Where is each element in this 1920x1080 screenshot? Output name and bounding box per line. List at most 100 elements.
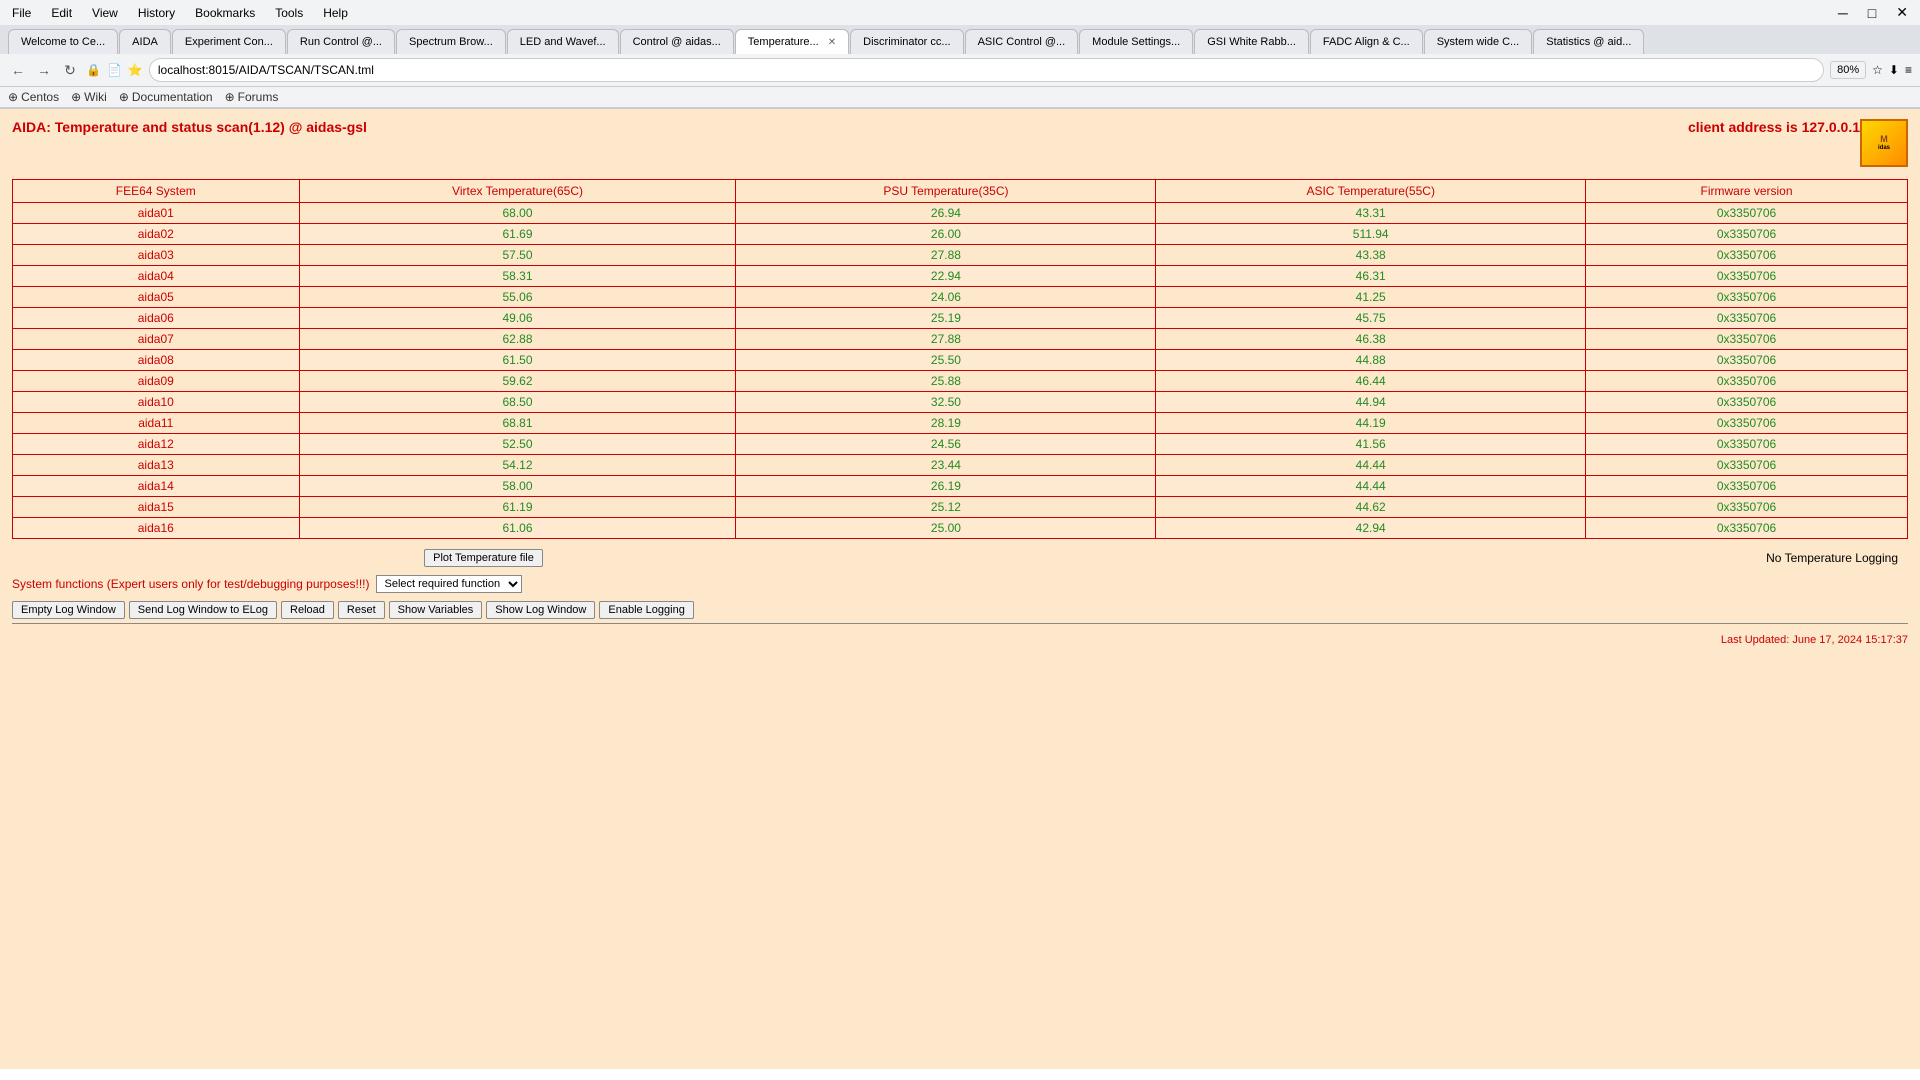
cell-5-2: 25.19 <box>736 308 1156 329</box>
cell-7-0: aida08 <box>13 350 300 371</box>
cell-6-1: 62.88 <box>299 329 736 350</box>
show-variables-button[interactable]: Show Variables <box>389 601 483 619</box>
table-row: aida0168.0026.9443.310x3350706 <box>13 203 1908 224</box>
tab-gsi[interactable]: GSI White Rabb... <box>1194 29 1309 54</box>
no-logging-label: No Temperature Logging <box>1766 551 1898 565</box>
cell-6-2: 27.88 <box>736 329 1156 350</box>
cell-13-3: 44.44 <box>1156 476 1586 497</box>
system-functions: System functions (Expert users only for … <box>12 575 1908 593</box>
menu-tools[interactable]: Tools <box>271 4 307 22</box>
enable-logging-button[interactable]: Enable Logging <box>599 601 693 619</box>
table-row: aida1661.0625.0042.940x3350706 <box>13 518 1908 539</box>
cell-8-0: aida09 <box>13 371 300 392</box>
menu-view[interactable]: View <box>88 4 122 22</box>
tab-discriminator[interactable]: Discriminator cc... <box>850 29 963 54</box>
select-function-dropdown[interactable]: Select required function <box>376 575 522 593</box>
cell-14-2: 25.12 <box>736 497 1156 518</box>
cell-12-1: 54.12 <box>299 455 736 476</box>
table-row: aida1252.5024.5641.560x3350706 <box>13 434 1908 455</box>
menu-edit[interactable]: Edit <box>47 4 76 22</box>
favorites-icon: ☆ <box>1872 63 1883 77</box>
tab-led[interactable]: LED and Wavef... <box>507 29 619 54</box>
bookmark-documentation[interactable]: ⊕ Documentation <box>119 90 213 104</box>
tab-systemwide[interactable]: System wide C... <box>1424 29 1533 54</box>
cell-2-0: aida03 <box>13 245 300 266</box>
tab-runcontrol[interactable]: Run Control @... <box>287 29 395 54</box>
plot-area: Plot Temperature file No Temperature Log… <box>12 549 1908 567</box>
zoom-level: 80% <box>1830 61 1866 79</box>
cell-2-4: 0x3350706 <box>1586 245 1908 266</box>
cell-14-1: 61.19 <box>299 497 736 518</box>
cell-6-4: 0x3350706 <box>1586 329 1908 350</box>
forward-button[interactable]: → <box>34 60 54 80</box>
cell-5-4: 0x3350706 <box>1586 308 1908 329</box>
cell-11-1: 52.50 <box>299 434 736 455</box>
table-row: aida1168.8128.1944.190x3350706 <box>13 413 1908 434</box>
bookmark-centos[interactable]: ⊕ Centos <box>8 90 59 104</box>
reload-button[interactable]: ↻ <box>60 60 80 80</box>
cell-9-0: aida10 <box>13 392 300 413</box>
download-icon: ⬇ <box>1889 63 1899 77</box>
client-address: client address is 127.0.0.1 <box>1688 119 1860 135</box>
cell-13-2: 26.19 <box>736 476 1156 497</box>
tab-asic[interactable]: ASIC Control @... <box>965 29 1079 54</box>
shield-icon: 🔒 <box>86 63 101 77</box>
cell-3-1: 58.31 <box>299 266 736 287</box>
tab-aida[interactable]: AIDA <box>119 29 171 54</box>
menu-history[interactable]: History <box>134 4 179 22</box>
reload-page-button[interactable]: Reload <box>281 601 334 619</box>
tab-close-icon[interactable]: ✕ <box>828 37 836 48</box>
menu-file[interactable]: File <box>8 4 35 22</box>
cell-8-4: 0x3350706 <box>1586 371 1908 392</box>
col-header-firmware: Firmware version <box>1586 180 1908 203</box>
empty-log-button[interactable]: Empty Log Window <box>12 601 125 619</box>
tab-temperature[interactable]: Temperature... ✕ <box>735 29 849 54</box>
cell-1-4: 0x3350706 <box>1586 224 1908 245</box>
tab-fadc[interactable]: FADC Align & C... <box>1310 29 1423 54</box>
maximize-button[interactable]: □ <box>1864 3 1880 23</box>
col-header-system: FEE64 System <box>13 180 300 203</box>
table-row: aida0555.0624.0641.250x3350706 <box>13 287 1908 308</box>
cell-4-1: 55.06 <box>299 287 736 308</box>
table-row: aida1068.5032.5044.940x3350706 <box>13 392 1908 413</box>
cell-1-1: 61.69 <box>299 224 736 245</box>
cell-1-0: aida02 <box>13 224 300 245</box>
cell-3-3: 46.31 <box>1156 266 1586 287</box>
menu-bookmarks[interactable]: Bookmarks <box>191 4 259 22</box>
cell-4-3: 41.25 <box>1156 287 1586 308</box>
cell-12-3: 44.44 <box>1156 455 1586 476</box>
bookmark-add-icon: ⭐ <box>128 63 143 77</box>
cell-15-0: aida16 <box>13 518 300 539</box>
table-row: aida0762.8827.8846.380x3350706 <box>13 329 1908 350</box>
address-bar: ← → ↻ 🔒 📄 ⭐ 80% ☆ ⬇ ≡ <box>0 54 1920 87</box>
cell-5-1: 49.06 <box>299 308 736 329</box>
address-input[interactable] <box>149 58 1824 82</box>
menu-help[interactable]: Help <box>319 4 352 22</box>
tab-spectrum[interactable]: Spectrum Brow... <box>396 29 506 54</box>
show-log-button[interactable]: Show Log Window <box>486 601 595 619</box>
cell-8-2: 25.88 <box>736 371 1156 392</box>
minimize-button[interactable]: ─ <box>1834 3 1852 23</box>
cell-14-3: 44.62 <box>1156 497 1586 518</box>
tab-welcome[interactable]: Welcome to Ce... <box>8 29 118 54</box>
cell-11-2: 24.56 <box>736 434 1156 455</box>
close-button[interactable]: ✕ <box>1892 2 1912 23</box>
tab-module[interactable]: Module Settings... <box>1079 29 1193 54</box>
tab-control[interactable]: Control @ aidas... <box>620 29 734 54</box>
bookmark-forums[interactable]: ⊕ Forums <box>225 90 279 104</box>
cell-13-1: 58.00 <box>299 476 736 497</box>
action-buttons: Empty Log Window Send Log Window to ELog… <box>12 601 1908 619</box>
tab-statistics[interactable]: Statistics @ aid... <box>1533 29 1644 54</box>
back-button[interactable]: ← <box>8 60 28 80</box>
send-log-button[interactable]: Send Log Window to ELog <box>129 601 277 619</box>
bookmark-wiki[interactable]: ⊕ Wiki <box>71 90 107 104</box>
plot-temperature-button[interactable]: Plot Temperature file <box>424 549 543 567</box>
reset-button[interactable]: Reset <box>338 601 385 619</box>
cell-4-4: 0x3350706 <box>1586 287 1908 308</box>
cell-4-2: 24.06 <box>736 287 1156 308</box>
menu-icon[interactable]: ≡ <box>1905 63 1912 77</box>
cell-6-3: 46.38 <box>1156 329 1586 350</box>
tab-experiment[interactable]: Experiment Con... <box>172 29 286 54</box>
cell-11-3: 41.56 <box>1156 434 1586 455</box>
cell-0-0: aida01 <box>13 203 300 224</box>
